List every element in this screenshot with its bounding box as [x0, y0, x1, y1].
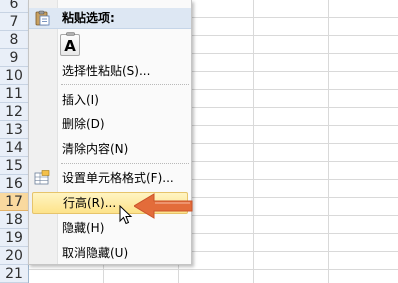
menu-item-unhide[interactable]: 取消隐藏(U) — [32, 242, 188, 264]
row-header[interactable]: 15 — [0, 157, 28, 175]
row-header[interactable]: 11 — [0, 85, 28, 103]
row-header[interactable]: 12 — [0, 103, 28, 121]
clip-top-icon — [66, 32, 75, 36]
row-header-selected[interactable]: 17 — [0, 193, 28, 211]
menu-item-clear-contents[interactable]: 清除内容(N) — [32, 138, 188, 160]
row-header[interactable]: 19 — [0, 229, 28, 247]
paste-text-option[interactable]: A — [60, 32, 80, 56]
row-header[interactable]: 16 — [0, 175, 28, 193]
paste-text-icon: A — [64, 37, 76, 55]
row-header[interactable]: 21 — [0, 265, 28, 283]
mouse-pointer-icon — [119, 205, 133, 225]
row-header[interactable]: 20 — [0, 247, 28, 265]
row-header[interactable]: 14 — [0, 139, 28, 157]
context-menu: 粘贴选项: A 选择性粘贴(S)... 插入(I) 删除(D) 清除内容(N) … — [28, 0, 192, 265]
menu-item-delete[interactable]: 删除(D) — [32, 113, 188, 135]
row-header[interactable]: 10 — [0, 67, 28, 85]
menu-separator — [61, 84, 189, 85]
excel-window: 6 7 8 9 10 11 12 13 14 15 16 17 18 19 20… — [0, 0, 398, 283]
row-header[interactable]: 13 — [0, 121, 28, 139]
menu-item-insert[interactable]: 插入(I) — [32, 89, 188, 111]
row-header-column: 6 7 8 9 10 11 12 13 14 15 16 17 18 19 20… — [0, 0, 29, 283]
row-header[interactable]: 8 — [0, 31, 28, 49]
menu-item-paste-special[interactable]: 选择性粘贴(S)... — [32, 60, 188, 82]
menu-item-format-cells[interactable]: 设置单元格格式(F)... — [32, 167, 188, 189]
menu-separator — [61, 163, 189, 164]
row-header[interactable]: 6 — [0, 0, 28, 13]
paste-options-label: 粘贴选项: — [62, 11, 115, 25]
red-arrow-icon — [134, 193, 193, 219]
row-header[interactable]: 18 — [0, 211, 28, 229]
menu-item-hide[interactable]: 隐藏(H) — [32, 217, 188, 239]
row-header[interactable]: 7 — [0, 13, 28, 31]
row-header[interactable]: 9 — [0, 49, 28, 67]
